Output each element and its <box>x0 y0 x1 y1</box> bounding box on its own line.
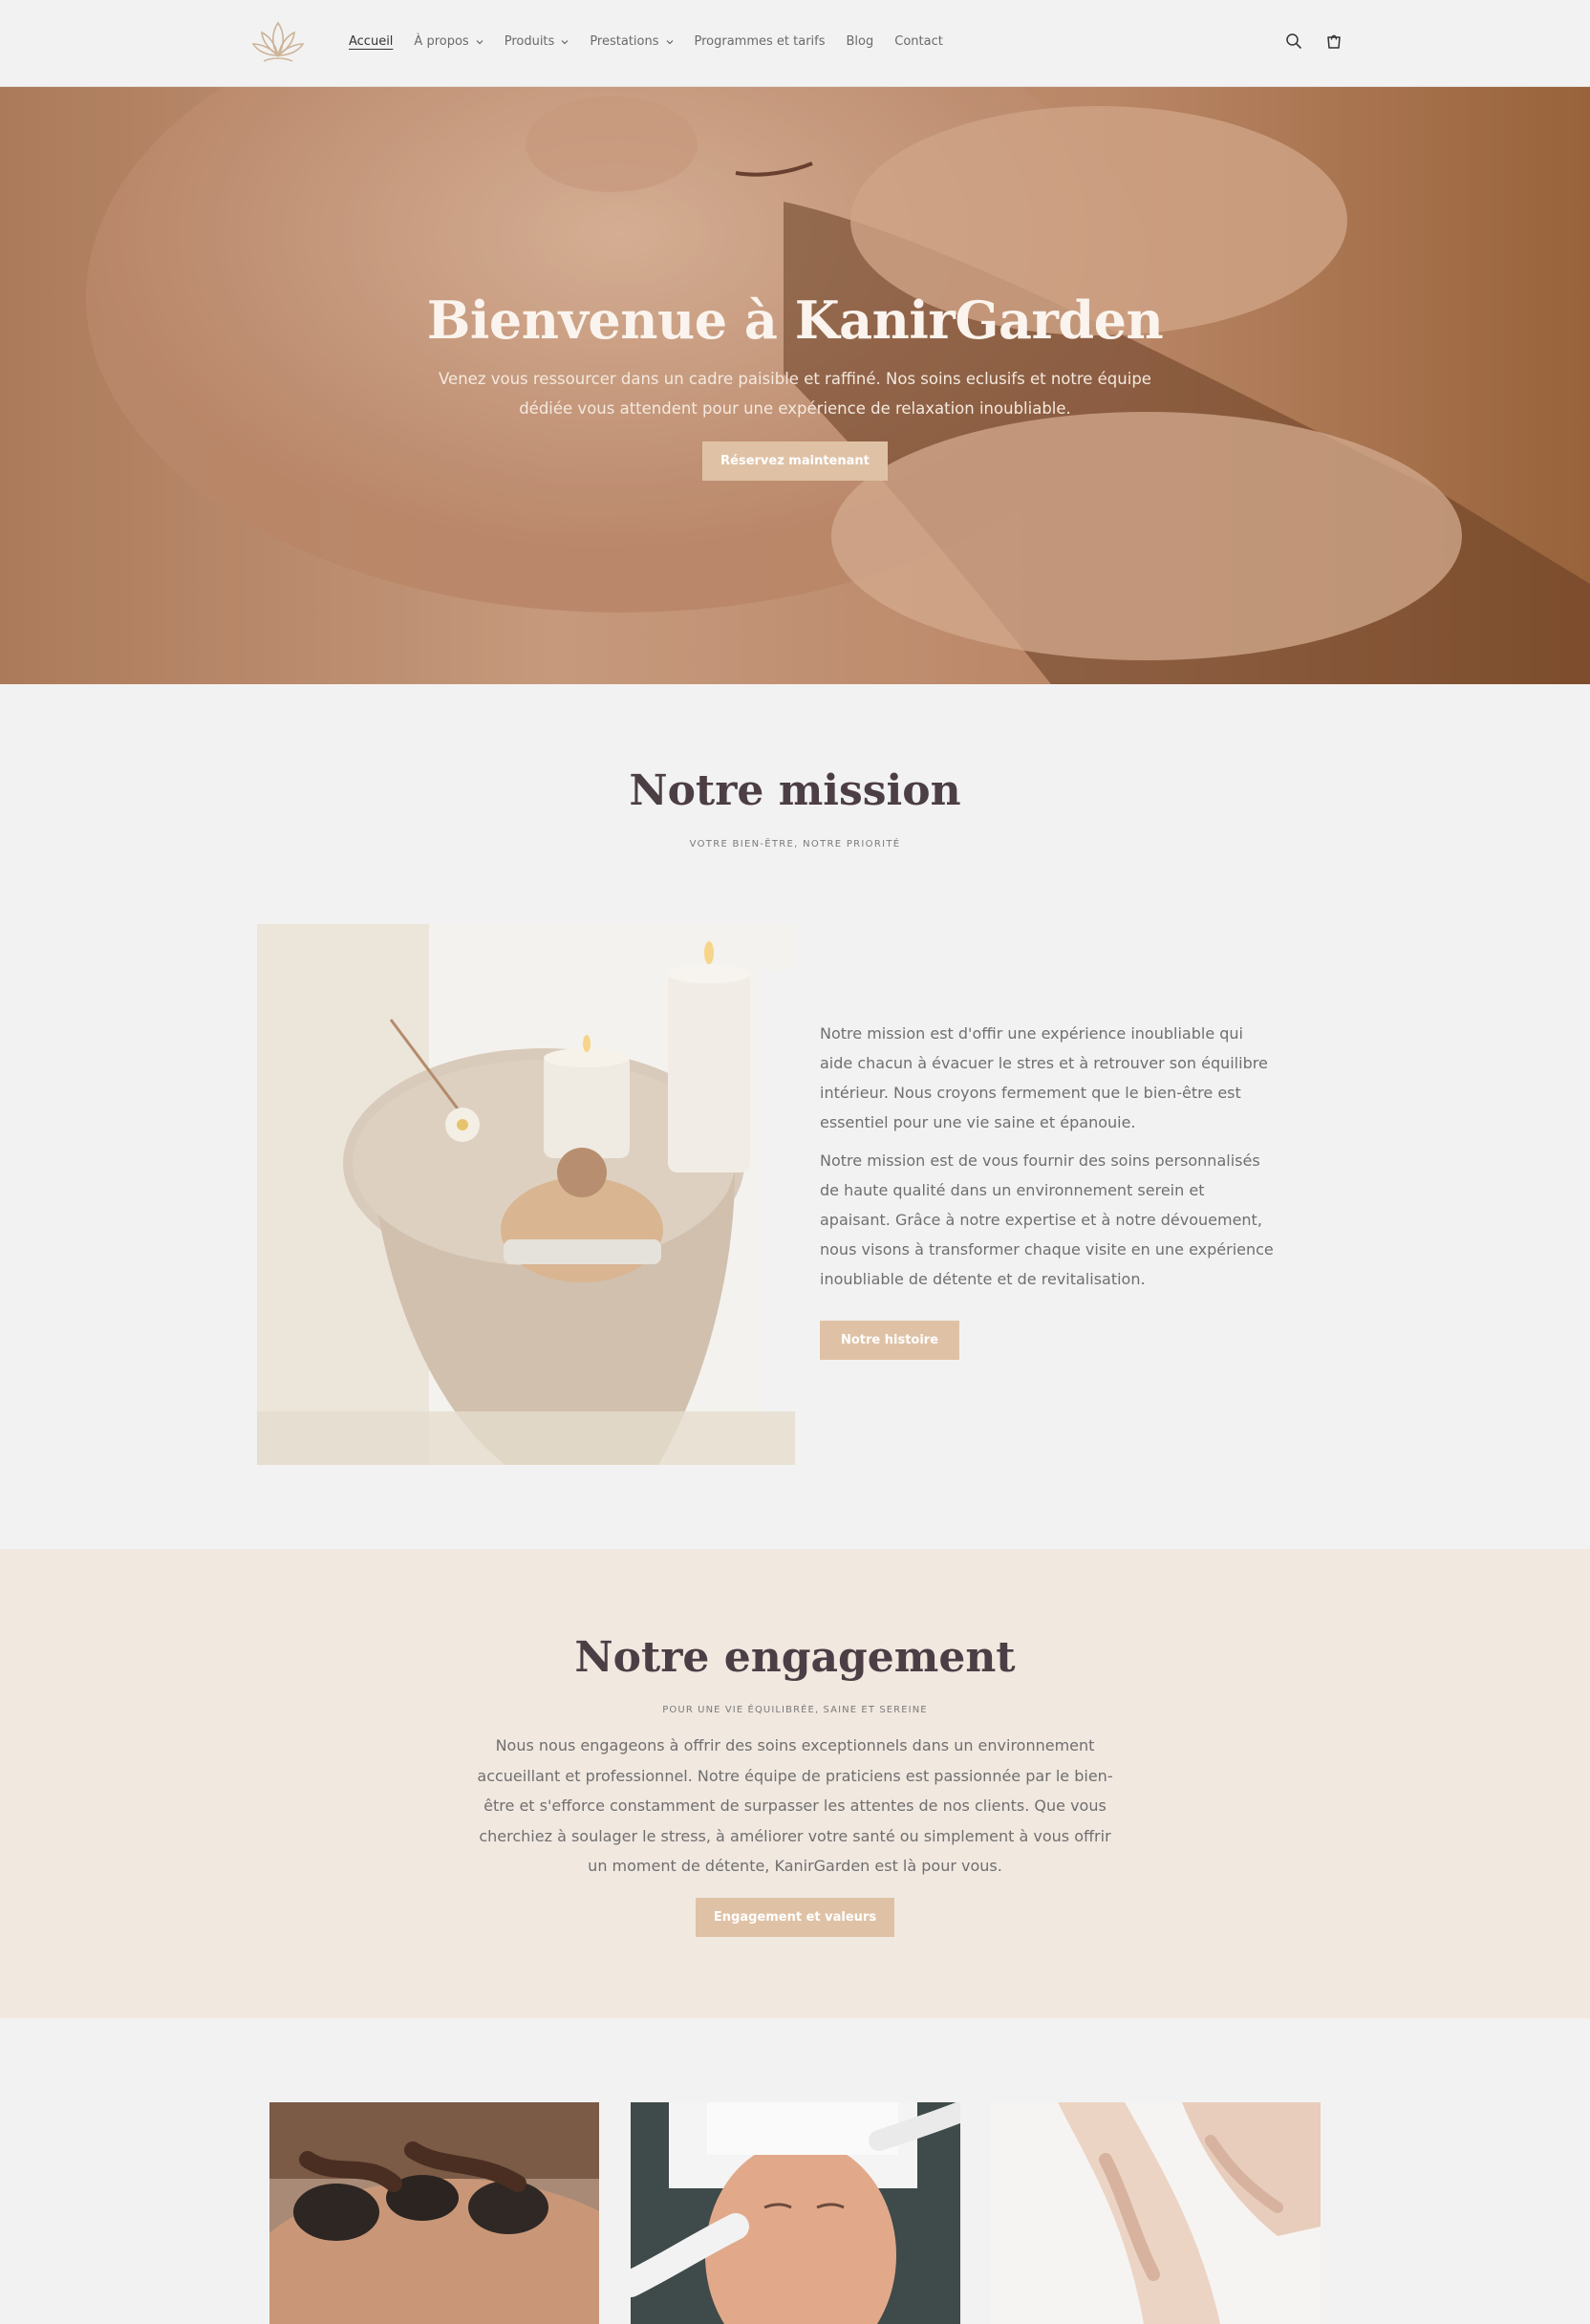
chevron-down-icon <box>476 39 483 44</box>
nav-item-a-propos[interactable]: À propos <box>414 34 483 49</box>
nav-item-label: Accueil <box>349 34 394 49</box>
service-card-manicure-image[interactable] <box>991 2102 1321 2324</box>
nav-item-accueil[interactable]: Accueil <box>349 34 393 49</box>
main-nav: Accueil À propos Produits Prestations Pr… <box>349 34 964 49</box>
mission-text: Notre mission est d'offir une expérience… <box>820 1019 1278 1302</box>
nav-item-label: Produits <box>504 34 555 49</box>
mission-paragraph-1: Notre mission est d'offir une expérience… <box>820 1024 1268 1131</box>
cart-icon[interactable] <box>1324 32 1343 51</box>
header-icons <box>1284 32 1343 51</box>
chevron-down-icon <box>666 39 673 44</box>
lotus-logo-icon[interactable] <box>250 17 306 69</box>
nav-item-blog[interactable]: Blog <box>847 34 874 49</box>
nav-item-label: Contact <box>894 34 943 49</box>
nav-item-label: Prestations <box>590 34 659 49</box>
hero-banner: Bienvenue à KanirGarden Venez vous resso… <box>0 87 1590 684</box>
nav-item-prestations[interactable]: Prestations <box>590 34 673 49</box>
engagement-values-button[interactable]: Engagement et valeurs <box>696 1898 894 1937</box>
engagement-title: Notre engagement <box>574 1633 1016 1682</box>
nav-item-programmes-et-tarifs[interactable]: Programmes et tarifs <box>695 34 826 49</box>
chevron-down-icon <box>561 39 569 44</box>
service-card-facial-image[interactable] <box>631 2102 960 2324</box>
nav-item-produits[interactable]: Produits <box>505 34 569 49</box>
mission-candles-image <box>257 924 795 1465</box>
nav-item-contact[interactable]: Contact <box>894 34 943 49</box>
nav-item-label: Programmes et tarifs <box>694 34 826 49</box>
engagement-text: Nous nous engageons à offrir des soins e… <box>477 1736 1113 1875</box>
mission-title: Notre mission <box>629 766 961 815</box>
nav-item-label: À propos <box>414 34 469 49</box>
service-card-hot-stones-image[interactable] <box>269 2102 599 2324</box>
engagement-kicker: POUR UNE VIE ÉQUILIBRÉE, SAINE ET SEREIN… <box>662 1705 928 1715</box>
mission-kicker: VOTRE BIEN-ÊTRE, NOTRE PRIORITÉ <box>689 839 901 850</box>
site-header: Accueil À propos Produits Prestations Pr… <box>0 0 1590 87</box>
engagement-section: Notre engagement POUR UNE VIE ÉQUILIBRÉE… <box>0 1549 1590 2018</box>
mission-paragraph-2: Notre mission est de vous fournir des so… <box>820 1151 1274 1288</box>
nav-item-label: Blog <box>846 34 874 49</box>
search-icon[interactable] <box>1284 32 1303 51</box>
book-now-button[interactable]: Réservez maintenant <box>702 441 888 481</box>
our-story-button[interactable]: Notre histoire <box>820 1321 959 1360</box>
hero-subtitle: Venez vous ressourcer dans un cadre pais… <box>439 370 1151 418</box>
hero-title: Bienvenue à KanirGarden <box>426 290 1164 351</box>
